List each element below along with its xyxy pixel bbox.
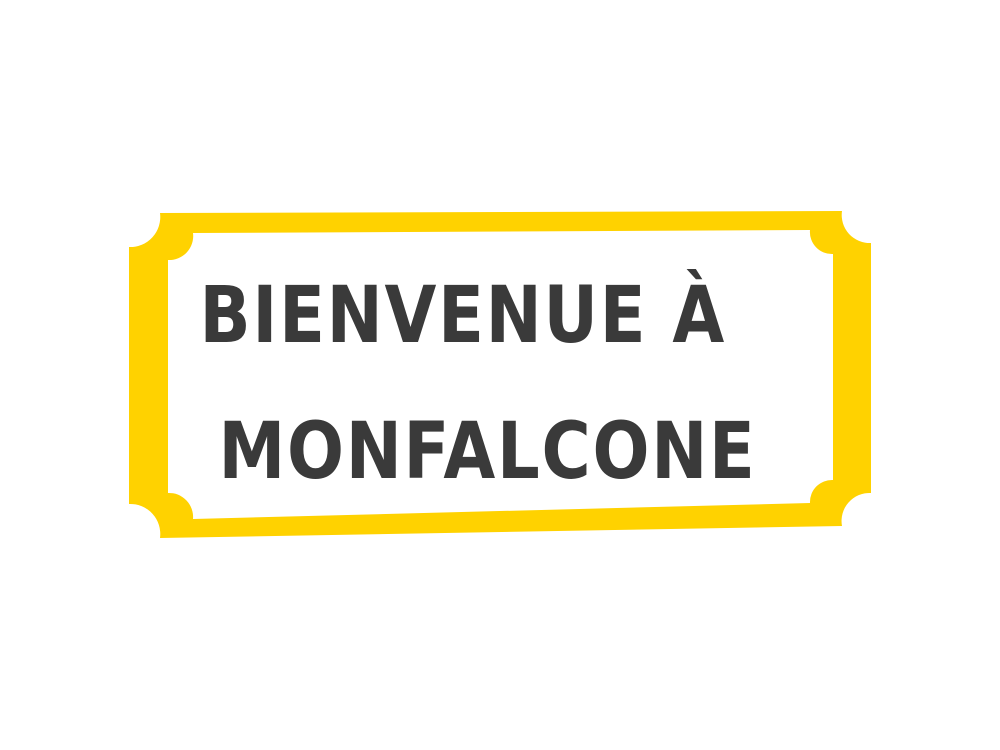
sign-text: BIENVENUE À MONFALCONE xyxy=(160,255,755,505)
sign-line-1: BIENVENUE À xyxy=(199,271,726,361)
page: BIENVENUE À MONFALCONE xyxy=(0,0,1000,750)
sign-line-2: MONFALCONE xyxy=(218,407,757,497)
